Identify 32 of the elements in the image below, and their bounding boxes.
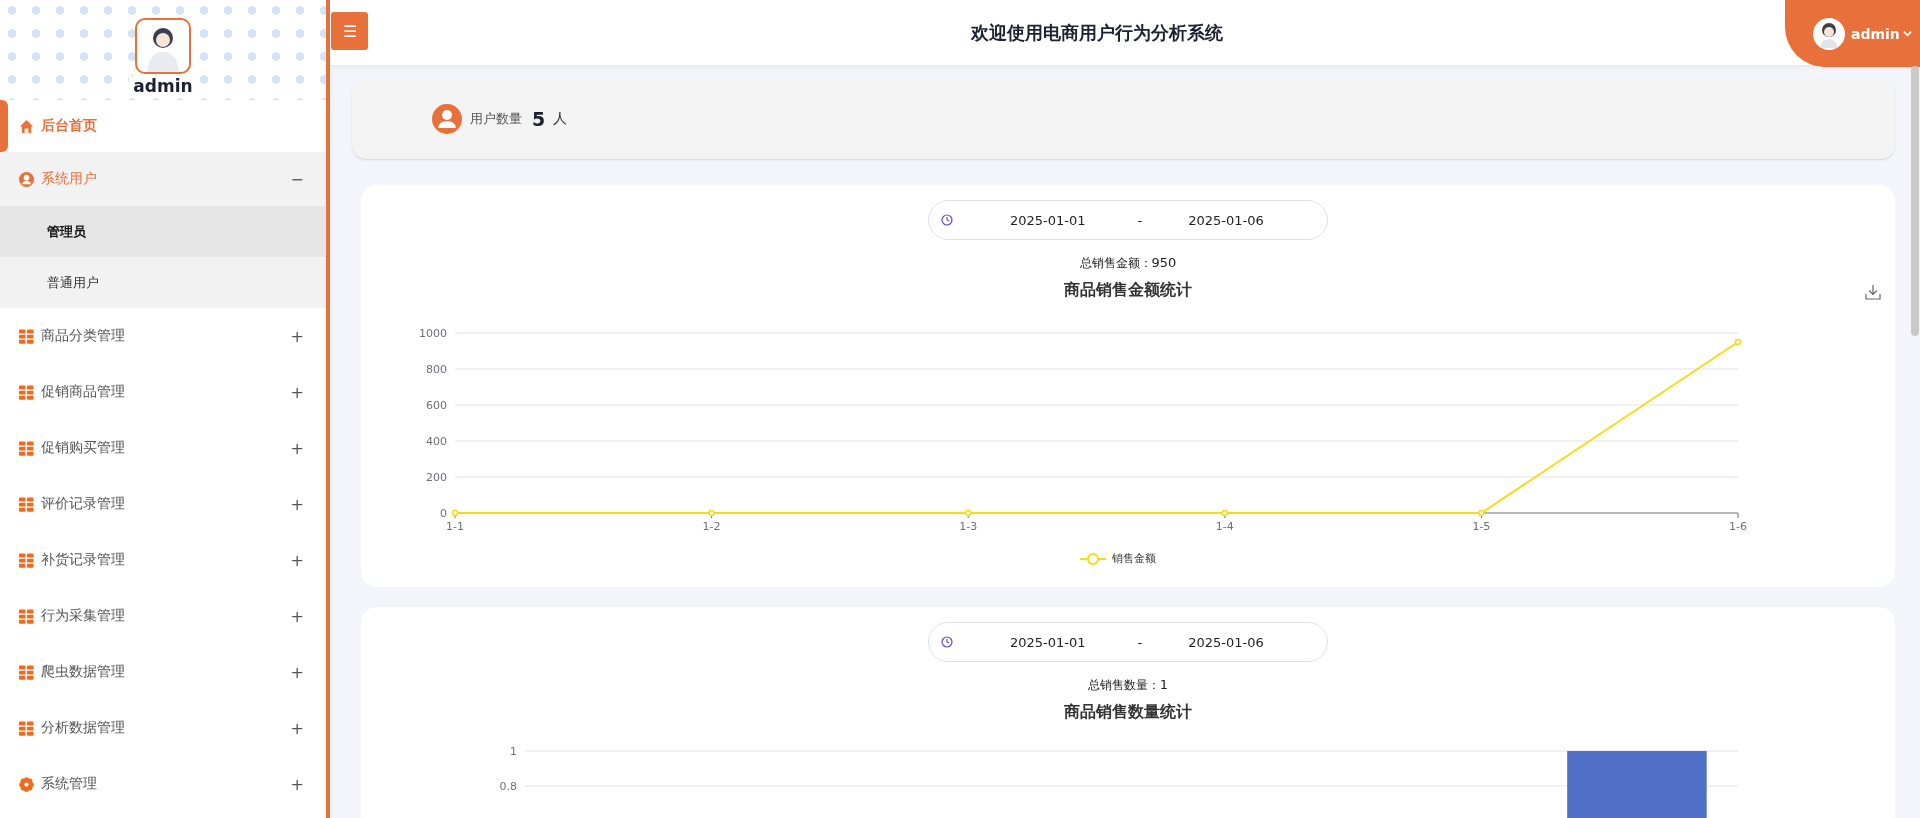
total-label: 总销售数量： [1087,677,1160,694]
page-title: 欢迎使用电商用户行为分析系统 [969,20,1224,45]
axis-label: 1-2 [702,520,721,533]
total-value: 1 [1159,677,1169,692]
user-name: admin [1851,25,1900,42]
stat-label: 用户数量 [470,110,522,128]
total-label: 总销售金额： [1079,255,1152,272]
start-date: 2025-01-01 [1010,634,1086,650]
axis-label: 0.8 [499,780,517,793]
end-date: 2025-01-06 [1188,212,1264,228]
date-separator: - [1137,634,1143,650]
axis-label: 1-3 [959,520,978,533]
stat-unit: 人 [553,110,568,128]
end-date: 2025-01-06 [1188,634,1264,650]
axis-label: 1-5 [1472,520,1491,533]
legend-label: 销售金额 [1112,551,1156,566]
date-separator: - [1137,212,1143,228]
axis-label: 1-6 [1729,520,1747,533]
axis-label: 1-1 [446,520,464,533]
stat-value: 5 [532,108,546,130]
chart-title: 商品销售数量统计 [1064,702,1192,723]
axis-label: 1000 [419,327,447,340]
axis-label: 800 [426,363,447,376]
axis-label: 200 [426,471,447,484]
axis-label: 1-4 [1215,520,1234,533]
chart-title: 商品销售金额统计 [1064,280,1192,301]
axis-label: 0 [440,507,447,520]
start-date: 2025-01-01 [1010,212,1086,228]
axis-label: 600 [426,399,447,412]
axis-label: 1 [510,745,517,758]
axis-label: 400 [426,435,447,448]
total-value: 950 [1151,255,1177,270]
